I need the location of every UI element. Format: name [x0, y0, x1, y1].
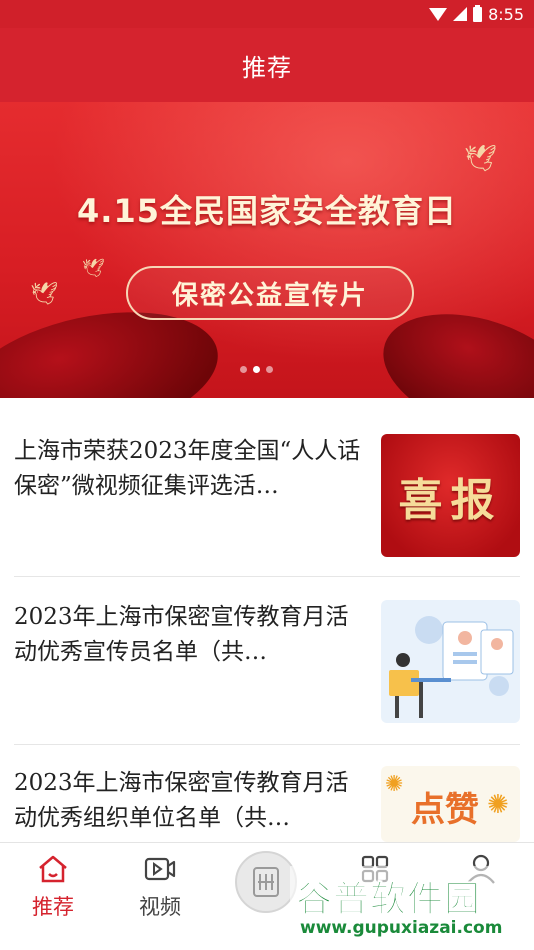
carousel-dot-active: [253, 366, 260, 373]
watermark-name: 谷普软件园: [295, 879, 482, 921]
banner-subtitle: 保密公益宣传片: [126, 266, 414, 320]
news-title: 上海市荣获2023年度全国“人人话保密”微视频征集评选活…: [14, 438, 361, 499]
firework-icon: ✺: [385, 772, 404, 797]
carousel-dot: [240, 366, 247, 373]
signal-icon: [453, 7, 468, 21]
banner-carousel[interactable]: 🕊 🕊 🕊 4.15全民国家安全教育日 保密公益宣传片: [0, 102, 534, 398]
home-icon: [39, 855, 67, 883]
thumbnail-text: 点赞: [411, 790, 479, 830]
thumbnail-text: 喜报: [398, 474, 503, 526]
divider: [14, 744, 520, 745]
tab-video[interactable]: 视频: [115, 853, 205, 921]
banner-headline: 4.15全民国家安全教育日: [77, 192, 457, 230]
watermark: 谷普软件园 www.gupuxiazai.com: [290, 866, 530, 950]
carousel-dot: [266, 366, 273, 373]
center-logo-icon: [253, 867, 279, 897]
office-illustration-icon: [389, 616, 514, 718]
news-thumbnail: [381, 600, 520, 723]
tab-home[interactable]: 推荐: [8, 853, 98, 921]
dove-icon: 🕊: [464, 144, 498, 174]
news-thumbnail: 点赞 ✺ ✺: [381, 766, 520, 842]
dove-icon: 🕊: [30, 282, 58, 307]
news-item[interactable]: 2023年上海市保密宣传教育月活动优秀宣传员名单（共…: [14, 600, 520, 723]
divider: [14, 576, 520, 577]
tab-label: 推荐: [32, 895, 74, 919]
wifi-icon: [429, 7, 448, 21]
dove-icon: 🕊: [82, 258, 105, 279]
news-title: 2023年上海市保密宣传教育月活动优秀宣传员名单（共…: [14, 604, 349, 665]
news-item[interactable]: 2023年上海市保密宣传教育月活动优秀组织单位名单（共… 点赞 ✺ ✺: [14, 766, 520, 842]
battery-icon: [473, 4, 483, 22]
carousel-indicator: [240, 366, 273, 373]
news-title: 2023年上海市保密宣传教育月活动优秀组织单位名单（共…: [14, 770, 349, 831]
status-bar: 8:55: [0, 0, 534, 28]
status-time: 8:55: [488, 4, 524, 24]
app-header: 推荐: [0, 28, 534, 102]
tab-label: 视频: [139, 895, 181, 919]
news-thumbnail: 喜报: [381, 434, 520, 557]
news-item[interactable]: 上海市荣获2023年度全国“人人话保密”微视频征集评选活… 喜报: [14, 434, 520, 557]
firework-icon: ✺: [487, 790, 509, 820]
watermark-url: www.gupuxiazai.com: [300, 918, 503, 938]
video-icon: [144, 857, 176, 881]
center-logo-button[interactable]: [235, 851, 297, 913]
page-title: 推荐: [242, 53, 292, 82]
